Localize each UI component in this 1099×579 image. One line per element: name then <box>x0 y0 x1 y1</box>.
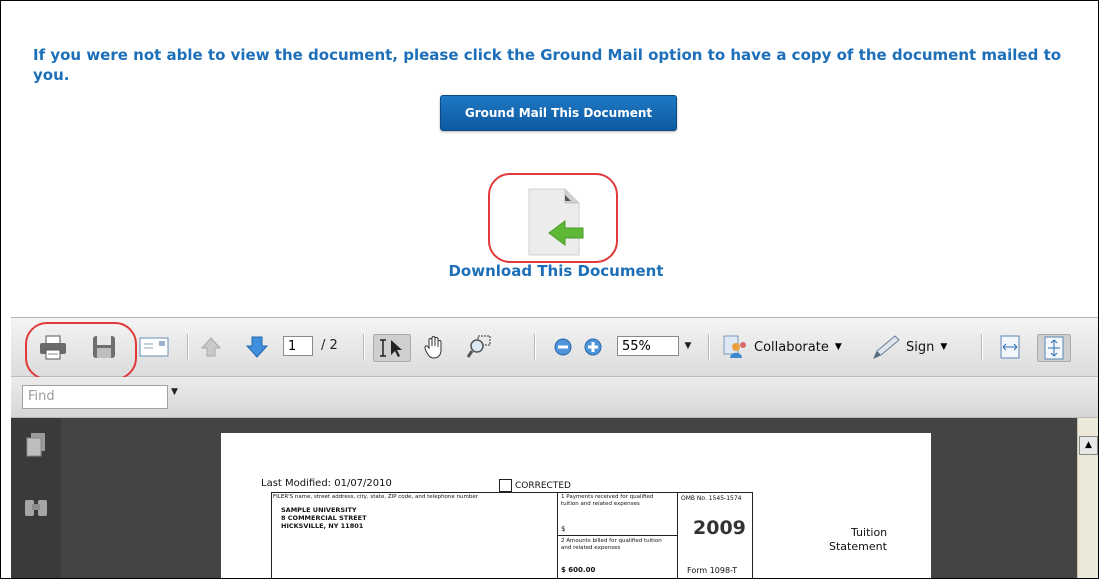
page-frame: If you were not able to view the documen… <box>0 0 1099 579</box>
highlight-circle-print-save <box>25 322 137 380</box>
form-number: Form 1098-T <box>687 566 738 575</box>
toolbar-divider <box>981 334 983 360</box>
marquee-zoom-icon[interactable] <box>465 334 495 360</box>
find-dropdown-arrow[interactable]: ▼ <box>171 387 178 397</box>
find-input[interactable]: Find <box>22 385 168 409</box>
last-modified: Last Modified: 01/07/2010 <box>261 478 392 489</box>
box2-label: 2 Amounts billed for qualified tuition a… <box>561 538 662 551</box>
notice-text: If you were not able to view the documen… <box>33 46 1062 84</box>
search-binoculars-icon[interactable] <box>23 496 49 522</box>
corrected-checkbox <box>499 479 512 492</box>
select-text-tool-icon[interactable] <box>373 334 411 362</box>
sign-button[interactable]: Sign ▼ <box>871 334 971 360</box>
box1-label: 1 Payments received for qualified tuitio… <box>561 494 654 507</box>
collaborate-icon <box>723 335 746 358</box>
document-view: Last Modified: 01/07/2010 CORRECTED FILE… <box>61 418 1077 578</box>
pdf-page: Last Modified: 01/07/2010 CORRECTED FILE… <box>221 433 931 578</box>
corrected-label: CORRECTED <box>515 481 571 491</box>
fit-width-icon[interactable] <box>996 334 1024 360</box>
filer-street: 8 COMMERCIAL STREET <box>281 514 367 522</box>
navigation-sidebar <box>11 418 61 578</box>
toolbar-divider <box>708 334 710 360</box>
collaborate-label: Collaborate <box>754 339 829 355</box>
previous-page-icon[interactable] <box>198 334 224 360</box>
form-divider <box>558 535 677 536</box>
zoom-out-icon[interactable] <box>551 334 575 360</box>
filer-header: FILER'S name, street address, city, stat… <box>273 494 479 500</box>
box1-value: $ <box>561 525 566 533</box>
form-title-line2: Statement <box>829 540 887 553</box>
filer-city: HICKSVILLE, NY 11801 <box>281 522 364 530</box>
vertical-scrollbar[interactable]: ▲ <box>1077 418 1098 578</box>
filer-name: SAMPLE UNIVERSITY <box>281 506 357 514</box>
omb-number: OMB No. 1545-1574 <box>681 495 742 502</box>
toolbar-divider <box>363 334 365 360</box>
box2-value: $ 600.00 <box>561 566 596 574</box>
fit-page-icon[interactable] <box>1037 334 1071 362</box>
reader-toolbar: 1 / 2 55% ▼ Collaborate ▼ Sign ▼ <box>11 318 1098 380</box>
form-title-line1: Tuition <box>851 526 888 539</box>
sign-label: Sign <box>906 339 935 355</box>
chevron-down-icon: ▼ <box>940 342 948 352</box>
pdf-reader: 1 / 2 55% ▼ Collaborate ▼ Sign ▼ Find ▼ … <box>11 317 1098 578</box>
zoom-in-icon[interactable] <box>581 334 605 360</box>
pages-panel-icon[interactable] <box>25 432 47 462</box>
toolbar-divider <box>187 334 189 360</box>
tax-year: 2009 <box>693 517 746 539</box>
ground-mail-button[interactable]: Ground Mail This Document <box>440 95 677 131</box>
download-document-icon[interactable] <box>521 187 591 257</box>
download-link[interactable]: Download This Document <box>431 262 681 280</box>
chevron-down-icon: ▼ <box>834 342 842 352</box>
collaborate-button[interactable]: Collaborate ▼ <box>723 334 857 360</box>
scroll-up-arrow[interactable]: ▲ <box>1079 436 1098 455</box>
page-total: / 2 <box>321 338 338 353</box>
zoom-level-input[interactable]: 55% <box>617 336 679 356</box>
email-icon[interactable] <box>136 334 172 360</box>
hand-tool-icon[interactable] <box>419 334 449 360</box>
page-number-input[interactable]: 1 <box>283 336 313 356</box>
zoom-dropdown-arrow[interactable]: ▼ <box>681 336 695 356</box>
form-divider <box>677 492 678 578</box>
pen-icon <box>873 335 900 359</box>
next-page-icon[interactable] <box>243 334 271 360</box>
find-bar: Find ▼ <box>11 377 1098 418</box>
toolbar-divider <box>534 334 536 360</box>
